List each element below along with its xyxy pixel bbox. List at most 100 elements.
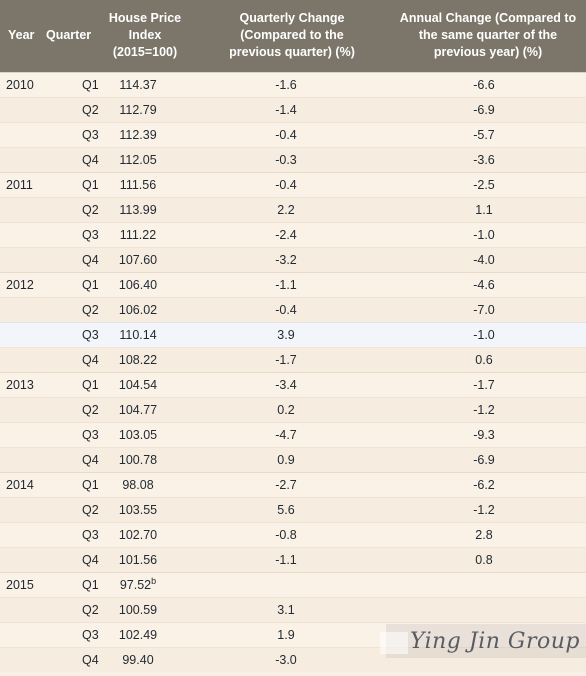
column-header-line: Annual Change (Compared to [399,10,577,25]
cell-annual-change: 1.1 [390,196,586,222]
cell-house-price-index: 100.78 [96,446,194,472]
cell-year [0,246,40,272]
cell-annual-change: -1.0 [390,221,586,247]
cell-house-price-index: 108.22 [96,346,194,372]
table-row: Q4 112.05 -0.3 -3.6 [0,146,586,172]
cell-annual-change: -2.5 [390,171,586,197]
cell-quarter: Q3 [40,421,99,447]
table-row: 2010 Q1 114.37 -1.6 -6.6 [0,71,586,97]
cell-year [0,96,40,122]
cell-quarterly-change: -0.4 [194,296,390,322]
cell-quarterly-change: 1.9 [194,621,390,647]
column-header-line: the same quarter of the [418,27,558,42]
table-body: 2010 Q1 114.37 -1.6 -6.6 Q2 112.79 -1.4 -6.9 Q3 11… [0,71,586,672]
cell-year: 2013 [0,371,40,397]
cell-quarterly-change: -0.4 [194,121,390,147]
cell-year [0,396,40,422]
cell-quarterly-change: -2.4 [194,221,390,247]
cell-annual-change: -4.6 [390,271,586,297]
table-row: Q4 108.22 -1.7 0.6 [0,346,586,372]
cell-annual-change: -6.9 [390,96,586,122]
cell-annual-change: -9.3 [390,421,586,447]
cell-year [0,621,40,647]
cell-year [0,196,40,222]
cell-annual-change: 0.8 [390,546,586,572]
table-row: Q3 111.22 -2.4 -1.0 [0,221,586,247]
table-row: 2012 Q1 106.40 -1.1 -4.6 [0,271,586,297]
column-header-year: Year [0,0,40,72]
column-header-line: Quarterly Change [239,10,345,25]
cell-quarter: Q4 [40,646,99,672]
cell-quarter: Q3 [40,521,99,547]
cell-quarter: Q4 [40,246,99,272]
table-row: Q2 100.59 3.1 [0,596,586,622]
cell-annual-change [390,646,586,672]
cell-quarter: Q3 [40,321,99,347]
cell-annual-change: -4.0 [390,246,586,272]
table-row: Q4 101.56 -1.1 0.8 [0,546,586,572]
column-header-line: previous quarter) (%) [229,44,355,59]
cell-house-price-index: 103.55 [96,496,194,522]
cell-year [0,321,40,347]
cell-quarter: Q3 [40,121,99,147]
cell-house-price-index: 100.59 [96,596,194,622]
cell-annual-change: -1.2 [390,396,586,422]
cell-annual-change [390,571,586,597]
cell-quarter: Q2 [40,296,99,322]
cell-house-price-index: 106.40 [96,271,194,297]
cell-quarter: Q1 [40,471,99,497]
table-row: Q2 103.55 5.6 -1.2 [0,496,586,522]
table-row: Q3 102.49 1.9 [0,621,586,647]
cell-quarterly-change: -1.1 [194,271,390,297]
cell-year [0,296,40,322]
table-row: Q2 112.79 -1.4 -6.9 [0,96,586,122]
column-header-line: (2015=100) [112,44,178,59]
cell-year [0,446,40,472]
house-price-index-table-container: Year Quarter House Price Index (2015=100… [0,0,586,676]
table-row: Q2 104.77 0.2 -1.2 [0,396,586,422]
table-row: 2013 Q1 104.54 -3.4 -1.7 [0,371,586,397]
cell-year [0,346,40,372]
column-header-quarterly-change: Quarterly Change (Compared to the previo… [194,0,390,72]
cell-house-price-index: 113.99 [96,196,194,222]
column-header-line: House Price [108,10,182,25]
cell-year [0,521,40,547]
cell-quarter: Q4 [40,346,99,372]
cell-quarter: Q2 [40,396,99,422]
cell-year: 2012 [0,271,40,297]
cell-year: 2014 [0,471,40,497]
column-header-line: (Compared to the [240,27,344,42]
cell-year [0,546,40,572]
cell-quarter: Q3 [40,621,99,647]
table-row: Q2 106.02 -0.4 -7.0 [0,296,586,322]
cell-quarter: Q1 [40,371,99,397]
cell-quarterly-change: -0.8 [194,521,390,547]
cell-quarterly-change: -3.2 [194,246,390,272]
column-header-line: Index [128,27,162,42]
cell-annual-change: -1.7 [390,371,586,397]
cell-quarterly-change: -1.7 [194,346,390,372]
cell-quarter: Q1 [40,271,99,297]
cell-quarterly-change: -3.0 [194,646,390,672]
cell-quarterly-change: -2.7 [194,471,390,497]
cell-quarterly-change: -1.1 [194,546,390,572]
cell-year: 2011 [0,171,40,197]
cell-quarterly-change: 5.6 [194,496,390,522]
cell-house-price-index: 103.05 [96,421,194,447]
cell-quarter: Q1 [40,71,99,97]
cell-annual-change: -1.0 [390,321,586,347]
cell-year [0,146,40,172]
cell-house-price-index: 102.70 [96,521,194,547]
column-header-quarter: Quarter [40,0,96,72]
cell-house-price-index: 112.05 [96,146,194,172]
cell-quarterly-change: 0.2 [194,396,390,422]
cell-house-price-index: 111.22 [96,221,194,247]
cell-house-price-index: 104.77 [96,396,194,422]
cell-quarter: Q4 [40,546,99,572]
table-row: Q4 99.40 -3.0 [0,646,586,672]
cell-house-price-index: 112.39 [96,121,194,147]
cell-year [0,646,40,672]
cell-year [0,596,40,622]
cell-quarterly-change: 3.9 [194,321,390,347]
cell-year [0,121,40,147]
